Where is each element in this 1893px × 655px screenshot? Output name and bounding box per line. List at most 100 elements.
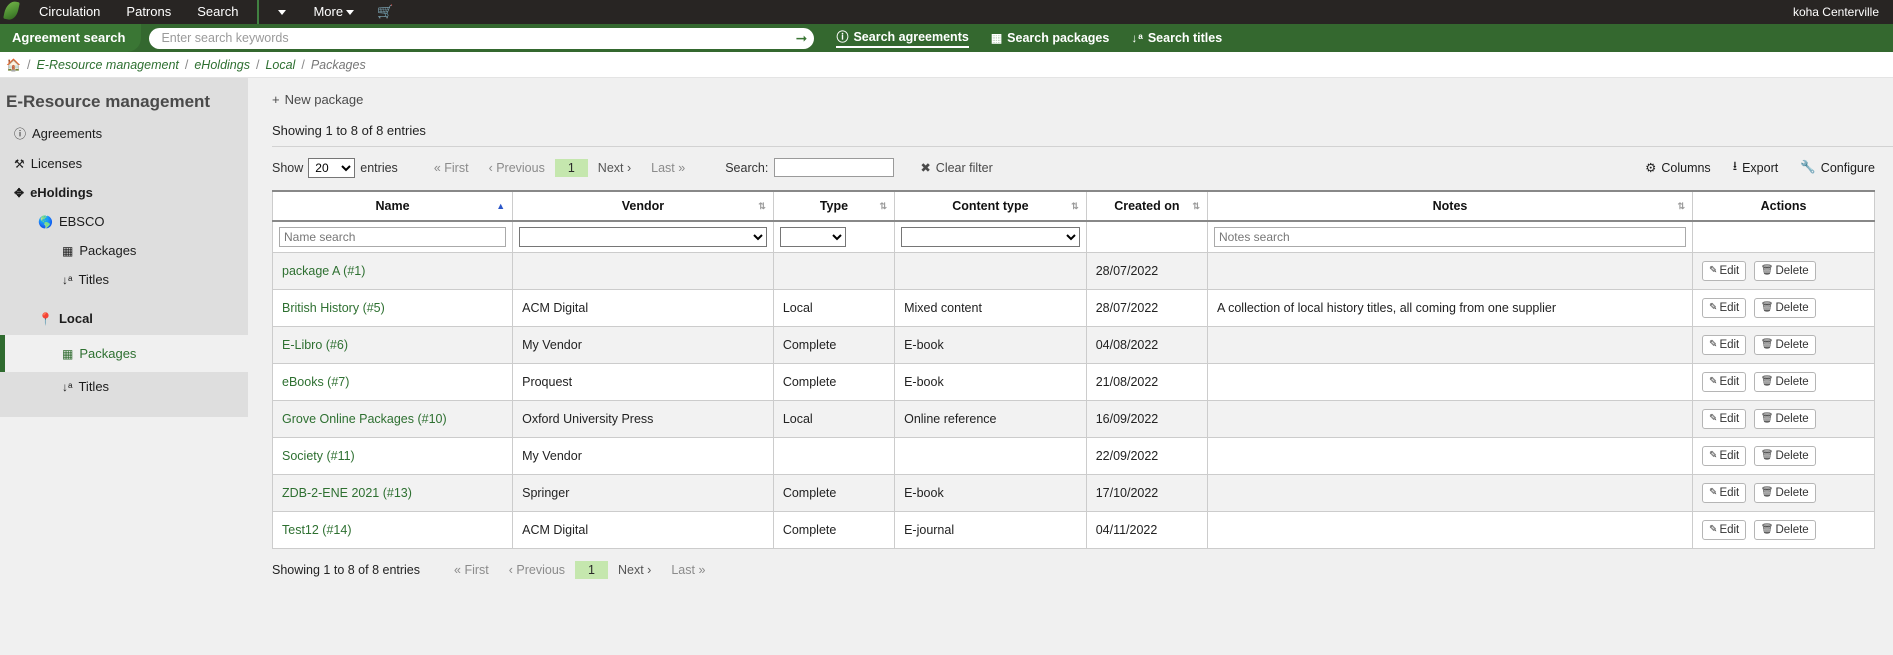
pagination-first[interactable]: « First — [444, 561, 499, 579]
package-link[interactable]: E-Libro (#6) — [282, 338, 348, 352]
column-header-vendor[interactable]: Vendor ⇅ — [513, 191, 774, 221]
delete-button[interactable]: 🗑Delete — [1754, 409, 1816, 429]
column-header-created-on[interactable]: Created on ⇅ — [1086, 191, 1207, 221]
table-row[interactable]: Society (#11) My Vendor 22/09/2022 ✎Edit… — [273, 438, 1875, 475]
sidebar-item-local-titles[interactable]: ↓ᵃ Titles — [0, 372, 248, 401]
package-link[interactable]: Grove Online Packages (#10) — [282, 412, 447, 426]
delete-button[interactable]: 🗑Delete — [1754, 298, 1816, 318]
table-row[interactable]: eBooks (#7) Proquest Complete E-book 21/… — [273, 364, 1875, 401]
sidebar-item-licenses[interactable]: ⚒ Licenses — [0, 149, 248, 178]
breadcrumb-item-eholdings[interactable]: eHoldings — [194, 58, 250, 72]
filter-type-select[interactable] — [780, 227, 846, 247]
table-row[interactable]: Test12 (#14) ACM Digital Complete E-jour… — [273, 512, 1875, 549]
nav-item-patrons[interactable]: Patrons — [113, 0, 184, 24]
pagination-page-1[interactable]: 1 — [555, 159, 588, 177]
pagination-page-1[interactable]: 1 — [575, 561, 608, 579]
sidebar-spacer — [0, 294, 248, 304]
edit-button[interactable]: ✎Edit — [1702, 446, 1746, 466]
agreement-search-tab[interactable]: Agreement search — [0, 24, 141, 52]
sidebar-item-label: Licenses — [31, 156, 82, 171]
sidebar-item-ebsco-titles[interactable]: ↓ᵃ Titles — [0, 265, 248, 294]
search-scope-agreements[interactable]: ⓘ Search agreements — [836, 28, 968, 48]
search-scope-packages[interactable]: ▦ Search packages — [991, 31, 1110, 45]
delete-button[interactable]: 🗑Delete — [1754, 520, 1816, 540]
edit-button[interactable]: ✎Edit — [1702, 520, 1746, 540]
pagination-previous[interactable]: ‹ Previous — [479, 159, 555, 177]
filter-content-type-select[interactable] — [901, 227, 1080, 247]
breadcrumb-item-local[interactable]: Local — [265, 58, 295, 72]
cell-name: Grove Online Packages (#10) — [273, 401, 513, 438]
pagination-first[interactable]: « First — [424, 159, 479, 177]
export-button[interactable]: ⭳ Export — [1733, 157, 1779, 178]
delete-button[interactable]: 🗑Delete — [1754, 446, 1816, 466]
search-scope-packages-label: Search packages — [1007, 31, 1109, 45]
edit-button[interactable]: ✎Edit — [1702, 483, 1746, 503]
page-length-select[interactable]: 201050100 — [308, 158, 355, 178]
filter-cell-vendor — [513, 221, 774, 253]
edit-button[interactable]: ✎Edit — [1702, 409, 1746, 429]
nav-dropdown-toggle[interactable] — [261, 0, 300, 24]
table-row[interactable]: ZDB-2-ENE 2021 (#13) Springer Complete E… — [273, 475, 1875, 512]
sidebar-title: E-Resource management — [0, 92, 248, 118]
column-header-notes[interactable]: Notes ⇅ — [1207, 191, 1692, 221]
search-submit-button[interactable]: ➞ — [788, 28, 814, 49]
filter-notes-input[interactable] — [1214, 227, 1686, 247]
edit-button[interactable]: ✎Edit — [1702, 298, 1746, 318]
filter-vendor-select[interactable] — [519, 227, 767, 247]
filter-name-input[interactable] — [279, 227, 506, 247]
nav-item-more[interactable]: More — [300, 0, 367, 24]
breadcrumb-item-eresource-management[interactable]: E-Resource management — [36, 58, 178, 72]
search-input[interactable] — [149, 28, 789, 49]
column-header-content-type[interactable]: Content type ⇅ — [895, 191, 1087, 221]
user-menu[interactable]: koha Centerville — [1793, 5, 1883, 19]
column-header-name[interactable]: Name ▲ — [273, 191, 513, 221]
chevron-down-icon — [278, 10, 286, 15]
check-circle-icon: ⓘ — [836, 28, 848, 45]
home-icon[interactable]: 🏠 — [6, 58, 21, 72]
delete-button[interactable]: 🗑Delete — [1754, 372, 1816, 392]
cell-type — [773, 438, 894, 475]
edit-button[interactable]: ✎Edit — [1702, 372, 1746, 392]
cell-content-type: E-book — [895, 364, 1087, 401]
nav-item-search[interactable]: Search — [184, 0, 251, 24]
pagination-next[interactable]: Next › — [608, 561, 661, 579]
cell-created-on: 16/09/2022 — [1086, 401, 1207, 438]
pagination-last[interactable]: Last » — [661, 561, 715, 579]
delete-button[interactable]: 🗑Delete — [1754, 483, 1816, 503]
package-link[interactable]: British History (#5) — [282, 301, 385, 315]
table-row[interactable]: package A (#1) 28/07/2022 ✎Edit 🗑Delete — [273, 253, 1875, 290]
package-link[interactable]: Society (#11) — [282, 449, 355, 463]
koha-logo-icon[interactable] — [0, 0, 26, 24]
package-link[interactable]: eBooks (#7) — [282, 375, 349, 389]
pagination-last[interactable]: Last » — [641, 159, 695, 177]
delete-button[interactable]: 🗑Delete — [1754, 335, 1816, 355]
columns-button[interactable]: ⚙ Columns — [1645, 160, 1711, 175]
nav-item-circulation[interactable]: Circulation — [26, 0, 113, 24]
table-row[interactable]: British History (#5) ACM Digital Local M… — [273, 290, 1875, 327]
pagination-previous[interactable]: ‹ Previous — [499, 561, 575, 579]
package-link[interactable]: Test12 (#14) — [282, 523, 351, 537]
package-link[interactable]: ZDB-2-ENE 2021 (#13) — [282, 486, 412, 500]
sidebar-item-ebsco-packages[interactable]: ▦ Packages — [0, 236, 248, 265]
sidebar-item-eholdings[interactable]: ✥ eHoldings — [0, 178, 248, 207]
sidebar-item-local[interactable]: 📍 Local — [0, 304, 248, 333]
edit-button[interactable]: ✎Edit — [1702, 335, 1746, 355]
table-search-input[interactable] — [774, 158, 894, 177]
table-row[interactable]: Grove Online Packages (#10) Oxford Unive… — [273, 401, 1875, 438]
nav-item-more-label: More — [313, 4, 343, 19]
cart-icon[interactable]: 🛒 — [367, 0, 403, 24]
sidebar-item-local-packages[interactable]: ▦ Packages — [0, 335, 248, 372]
configure-button[interactable]: 🔧 Configure — [1800, 160, 1875, 175]
sidebar-item-ebsco[interactable]: 🌎 EBSCO — [0, 207, 248, 236]
new-package-button[interactable]: + New package — [272, 92, 363, 107]
column-header-type[interactable]: Type ⇅ — [773, 191, 894, 221]
delete-button[interactable]: 🗑Delete — [1754, 261, 1816, 281]
search-scope-titles[interactable]: ↓ ᵃ Search titles — [1131, 31, 1222, 45]
table-row[interactable]: E-Libro (#6) My Vendor Complete E-book 0… — [273, 327, 1875, 364]
edit-button[interactable]: ✎Edit — [1702, 261, 1746, 281]
clear-filter-button[interactable]: ✖ Clear filter — [920, 160, 992, 175]
sidebar-item-agreements[interactable]: ⓘ Agreements — [0, 118, 248, 149]
pagination-next[interactable]: Next › — [588, 159, 641, 177]
check-circle-icon: ⓘ — [14, 125, 26, 142]
package-link[interactable]: package A (#1) — [282, 264, 365, 278]
